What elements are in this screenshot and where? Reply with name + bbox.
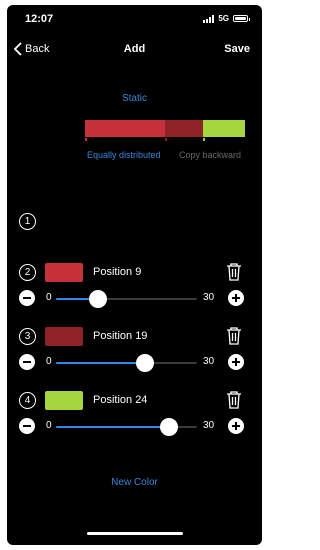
preview-segment (203, 120, 245, 137)
preview-segment (165, 120, 204, 137)
slider-thumb[interactable] (136, 354, 155, 372)
increase-button[interactable] (228, 290, 244, 306)
slider-max-label: 30 (203, 420, 215, 431)
nav-bar: Back Add Save (7, 40, 262, 62)
increase-button[interactable] (228, 418, 244, 434)
phone-screen: 12:07 5G Back Add Save Static Equally di… (7, 5, 262, 545)
position-slider[interactable] (56, 290, 197, 308)
preview-marker (203, 138, 206, 141)
position-slider[interactable] (56, 354, 197, 372)
color-slot-index: 2 (19, 264, 36, 281)
decrease-button[interactable] (19, 354, 35, 370)
color-preview-bar (85, 120, 245, 137)
increase-button[interactable] (228, 354, 244, 370)
decrease-button[interactable] (19, 290, 35, 306)
color-swatch[interactable] (45, 391, 83, 410)
trash-icon[interactable] (224, 261, 244, 282)
slider-thumb[interactable] (89, 290, 108, 308)
network-label: 5G (218, 14, 229, 23)
home-indicator (87, 532, 183, 535)
decrease-button[interactable] (19, 418, 35, 434)
slider-min-label: 0 (46, 356, 52, 367)
slider-max-label: 30 (203, 356, 215, 367)
position-label: Position 19 (93, 330, 148, 342)
slider-fill (56, 426, 169, 428)
color-swatch[interactable] (45, 263, 83, 282)
color-slot-index[interactable]: 1 (19, 213, 36, 230)
copy-backward-button[interactable]: Copy backward (179, 150, 241, 160)
status-time: 12:07 (25, 13, 54, 25)
slider-max-label: 30 (203, 292, 215, 303)
position-label: Position 9 (93, 266, 142, 278)
trash-icon[interactable] (224, 325, 244, 346)
slider-min-label: 0 (46, 292, 52, 303)
color-slot-index: 4 (19, 392, 36, 409)
new-color-button[interactable]: New Color (7, 477, 262, 488)
slider-fill (56, 362, 146, 364)
battery-icon (233, 15, 250, 22)
status-indicators: 5G (203, 14, 250, 23)
slider-thumb[interactable] (159, 418, 178, 436)
signal-icon (203, 14, 215, 23)
color-swatch[interactable] (45, 327, 83, 346)
save-button[interactable]: Save (224, 43, 250, 55)
trash-icon[interactable] (224, 389, 244, 410)
preview-marker (165, 138, 167, 141)
slider-min-label: 0 (46, 420, 52, 431)
preview-marker (85, 138, 87, 141)
color-slot-index: 3 (19, 328, 36, 345)
position-slider[interactable] (56, 418, 197, 436)
preview-segment (85, 120, 165, 137)
position-label: Position 24 (93, 394, 148, 406)
mode-selector[interactable]: Static (7, 93, 262, 104)
equally-distributed-button[interactable]: Equally distributed (87, 150, 161, 160)
